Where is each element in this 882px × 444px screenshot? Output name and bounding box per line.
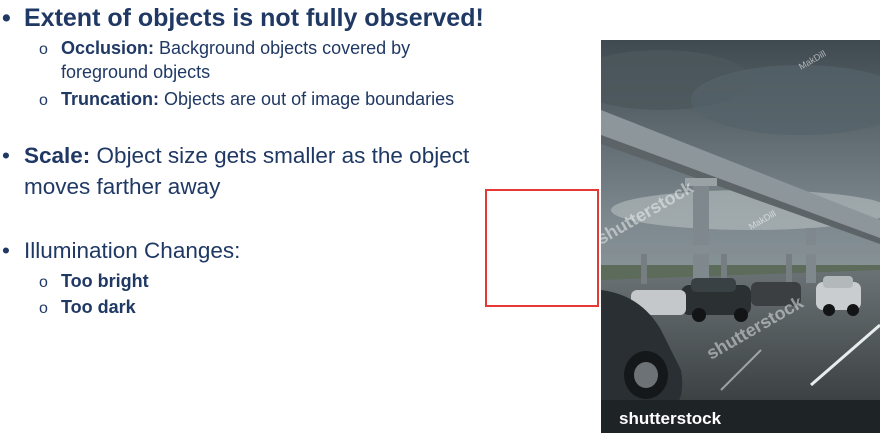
bullet-dot: • [2,238,10,263]
illumination-heading: • Illumination Changes: [2,238,241,263]
traffic-photo: shutterstock shutterstock shutterstock M… [601,40,880,433]
scale-item-cont: moves farther away [24,174,221,199]
bullet-dot: • [2,4,11,32]
too-dark-item: o Too dark [39,297,136,317]
too-bright-item: o Too bright [39,271,149,291]
extent-heading: • Extent of objects is not fully observed… [2,4,484,32]
traffic-photo-drawing: shutterstock shutterstock shutterstock M… [601,40,880,433]
scale-item: • Scale: Object size gets smaller as the … [2,143,470,168]
truncation-item: o Truncation: Objects are out of image bo… [39,89,455,109]
occlusion-item: o Occlusion: Background objects covered b… [39,38,411,58]
subbullet-circle: o [39,41,48,58]
subbullet-circle: o [39,92,48,109]
occlusion-item-cont: foreground objects [61,62,211,82]
truncation-highlight-box [485,189,599,307]
subbullet-circle: o [39,274,48,291]
watermark-brand-bar: shutterstock [619,409,722,428]
bullet-dot: • [2,143,10,168]
subbullet-circle: o [39,300,48,317]
